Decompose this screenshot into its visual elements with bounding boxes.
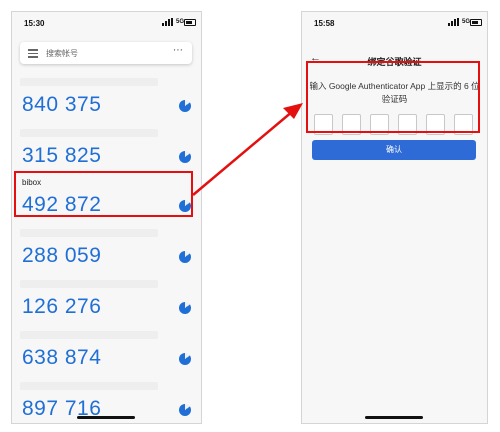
pointer-arrow-icon [192,103,303,196]
